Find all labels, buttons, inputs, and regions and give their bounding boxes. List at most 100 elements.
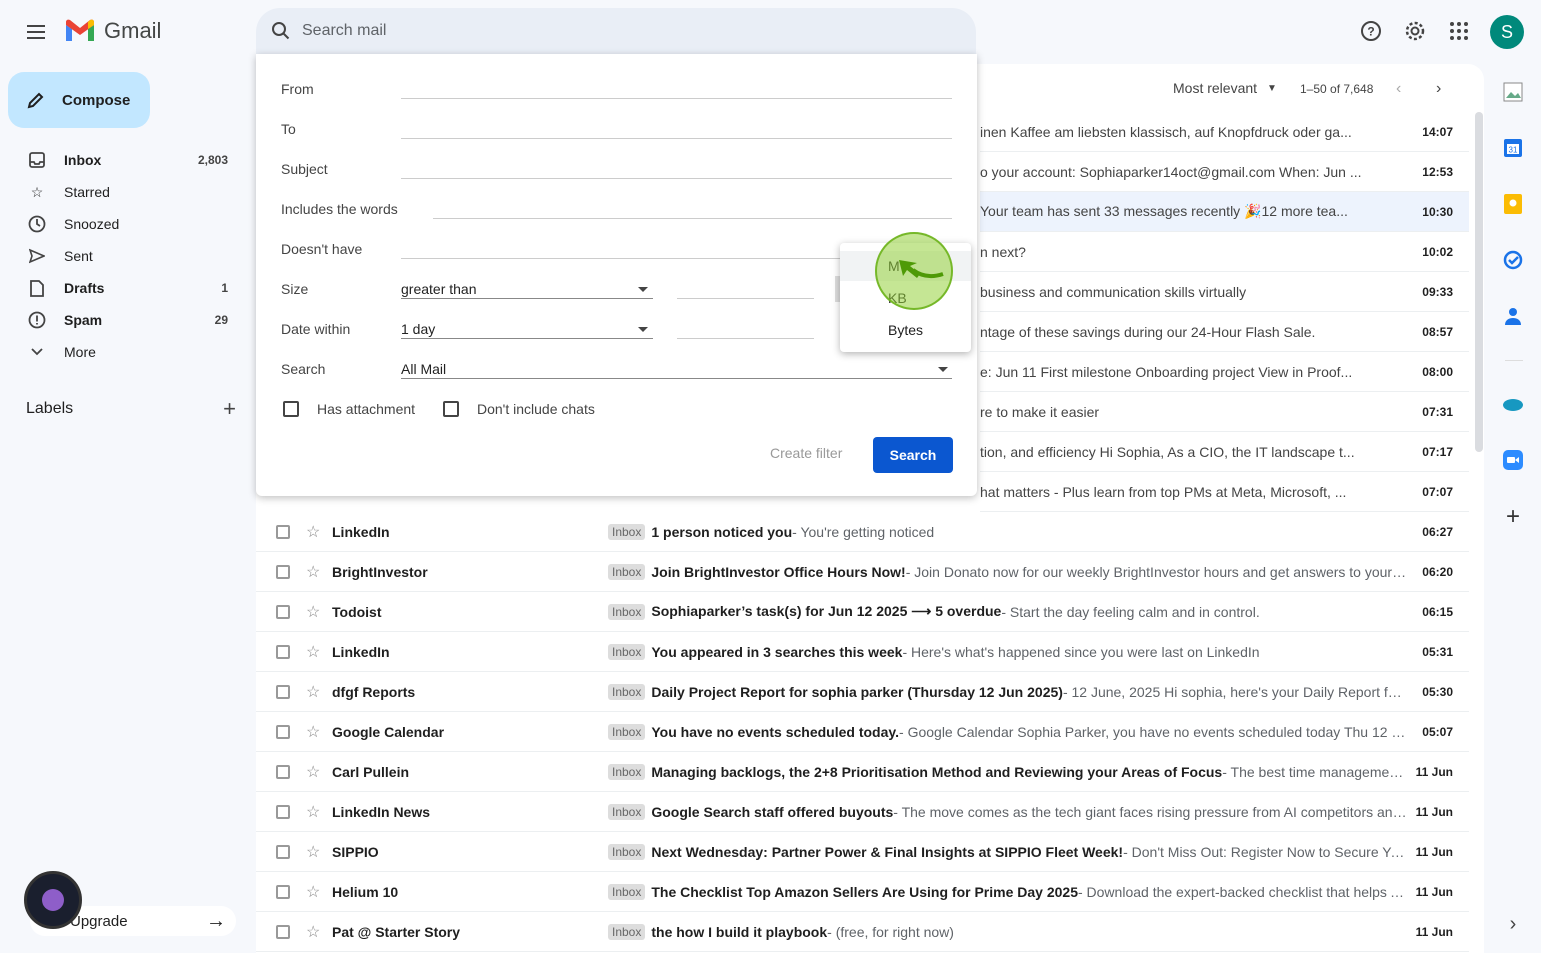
star-toggle-icon[interactable]: ☆ <box>306 762 324 782</box>
includes-words-field[interactable] <box>433 218 952 219</box>
search-input[interactable] <box>302 22 902 40</box>
email-sender: Carl Pullein <box>332 763 410 780</box>
row-select-checkbox[interactable] <box>276 884 290 899</box>
table-row[interactable]: n next? 10:02 <box>980 232 1469 272</box>
zoom-video-icon[interactable] <box>1501 448 1525 472</box>
add-label-plus-icon[interactable]: + <box>223 396 236 422</box>
help-icon[interactable]: ? <box>1358 18 1384 44</box>
table-row[interactable]: o your account: Sophiaparker14oct@gmail.… <box>980 152 1469 192</box>
table-row[interactable]: ntage of these savings during our 24-Hou… <box>980 312 1469 352</box>
doesnt-have-field[interactable] <box>401 258 841 259</box>
table-row[interactable]: e: Jun 11 First milestone Onboarding pro… <box>980 352 1469 392</box>
apps-grid-icon[interactable] <box>1446 18 1472 44</box>
mail-list-scrollbar[interactable] <box>1475 112 1483 452</box>
main-menu-icon[interactable] <box>22 18 50 46</box>
next-page-chevron-icon[interactable]: › <box>1436 80 1441 98</box>
contacts-icon[interactable] <box>1501 304 1525 328</box>
tasks-icon[interactable] <box>1501 248 1525 272</box>
sidebar-item-drafts[interactable]: Drafts 1 <box>0 272 244 304</box>
star-toggle-icon[interactable]: ☆ <box>306 922 324 942</box>
table-row[interactable]: re to make it easier 07:31 <box>980 392 1469 432</box>
date-value-field[interactable] <box>677 338 814 339</box>
row-select-checkbox[interactable] <box>276 524 290 539</box>
subject-field[interactable] <box>401 178 952 179</box>
row-select-checkbox[interactable] <box>276 684 290 699</box>
table-row[interactable]: hat matters - Plus learn from top PMs at… <box>980 472 1469 512</box>
add-addon-plus-icon[interactable]: + <box>1501 503 1525 530</box>
table-row[interactable]: ☆ LinkedIn Inbox 1 person noticed you - You… <box>256 512 1469 552</box>
row-select-checkbox[interactable] <box>276 924 290 939</box>
star-toggle-icon[interactable]: ☆ <box>306 882 324 902</box>
row-select-checkbox[interactable] <box>276 764 290 779</box>
sidebar-item-starred[interactable]: ☆ Starred <box>0 176 244 208</box>
email-subject: Join BrightInvestor Office Hours Now! <box>651 563 906 580</box>
row-select-checkbox[interactable] <box>276 804 290 819</box>
search-icon[interactable] <box>270 20 292 42</box>
search-submit-button[interactable]: Search <box>873 437 953 473</box>
row-select-checkbox[interactable] <box>276 564 290 579</box>
star-toggle-icon[interactable]: ☆ <box>306 842 324 862</box>
calendar-icon[interactable]: 31 <box>1501 136 1525 160</box>
size-value-field[interactable] <box>677 298 814 299</box>
settings-gear-icon[interactable] <box>1402 18 1428 44</box>
assistant-orb-button[interactable] <box>24 871 82 929</box>
search-scope-select[interactable]: All Mail <box>401 361 446 377</box>
inbox-badge: Inbox <box>608 923 646 940</box>
star-toggle-icon[interactable]: ☆ <box>306 562 324 582</box>
size-label: Size <box>281 281 309 297</box>
previous-page-chevron-icon[interactable]: ‹ <box>1396 80 1401 98</box>
table-row[interactable]: business and communication skills virtua… <box>980 272 1469 312</box>
date-within-select[interactable]: 1 day <box>401 321 435 337</box>
row-select-checkbox[interactable] <box>276 844 290 859</box>
table-row[interactable]: ☆ dfgf Reports Inbox Daily Project Report f… <box>256 672 1469 712</box>
table-row[interactable]: ☆ Carl Pullein Inbox Managing backlogs, the… <box>256 752 1469 792</box>
sidebar-item-spam[interactable]: Spam 29 <box>0 304 244 336</box>
no-chats-checkbox[interactable] <box>443 401 459 417</box>
star-toggle-icon[interactable]: ☆ <box>306 522 324 542</box>
side-panel-image-icon[interactable] <box>1501 80 1525 104</box>
table-row[interactable]: ☆ Google Calendar Inbox You have no events … <box>256 712 1469 752</box>
size-operator-select[interactable]: greater than <box>401 281 477 297</box>
row-select-checkbox[interactable] <box>276 724 290 739</box>
sidebar-item-sent[interactable]: Sent <box>0 240 244 272</box>
star-toggle-icon[interactable]: ☆ <box>306 602 324 622</box>
table-row[interactable]: Your team has sent 33 messages recently … <box>980 192 1469 232</box>
sidebar-item-inbox[interactable]: Inbox 2,803 <box>0 144 244 176</box>
table-row[interactable]: tion, and efficiency Hi Sophia, As a CIO… <box>980 432 1469 472</box>
row-select-checkbox[interactable] <box>276 644 290 659</box>
table-row[interactable]: ☆ Helium 10 Inbox The Checklist Top Amazon … <box>256 872 1469 912</box>
account-avatar[interactable]: S <box>1490 15 1524 49</box>
star-toggle-icon[interactable]: ☆ <box>306 802 324 822</box>
sort-dropdown[interactable]: Most relevant ▼ <box>1173 80 1277 96</box>
star-toggle-icon[interactable]: ☆ <box>306 682 324 702</box>
star-toggle-icon[interactable]: ☆ <box>306 722 324 742</box>
table-row[interactable]: ☆ BrightInvestor Inbox Join BrightInvestor … <box>256 552 1469 592</box>
table-row[interactable]: ☆ SIPPIO Inbox Next Wednesday: Partner Powe… <box>256 832 1469 872</box>
from-field[interactable] <box>401 98 952 99</box>
table-row[interactable]: ☆ Todoist Inbox Sophiaparker’s task(s) for … <box>256 592 1469 632</box>
table-row[interactable]: ☆ LinkedIn Inbox You appeared in 3 searches… <box>256 632 1469 672</box>
chevron-down-icon <box>28 343 46 361</box>
unit-option-bytes[interactable]: Bytes <box>840 315 971 345</box>
sidebar-item-snoozed[interactable]: Snoozed <box>0 208 244 240</box>
compose-button[interactable]: Compose <box>8 72 150 128</box>
size-operator-underline <box>401 298 653 299</box>
star-toggle-icon[interactable]: ☆ <box>306 642 324 662</box>
table-row[interactable]: ☆ LinkedIn News Inbox Google Search staff o… <box>256 792 1469 832</box>
keep-notes-icon[interactable] <box>1501 192 1525 216</box>
sidebar-item-more[interactable]: More <box>0 336 244 368</box>
table-row[interactable]: inen Kaffee am liebsten klassisch, auf K… <box>980 112 1469 152</box>
create-filter-button[interactable]: Create filter <box>770 445 842 461</box>
salesforce-cloud-icon[interactable] <box>1501 392 1525 416</box>
table-row[interactable]: ☆ Pat @ Starter Story Inbox the how I build… <box>256 912 1469 952</box>
inbox-badge: Inbox <box>608 683 646 700</box>
email-time: 05:07 <box>1422 724 1453 739</box>
gmail-logo[interactable]: Gmail <box>64 18 161 44</box>
row-select-checkbox[interactable] <box>276 604 290 619</box>
search-bar[interactable] <box>256 8 976 54</box>
has-attachment-checkbox[interactable] <box>283 401 299 417</box>
email-time: 07:17 <box>1422 444 1453 459</box>
to-field[interactable] <box>401 138 952 139</box>
expand-rail-chevron-icon[interactable]: › <box>1501 912 1525 936</box>
email-subject: You appeared in 3 searches this week <box>651 643 903 660</box>
